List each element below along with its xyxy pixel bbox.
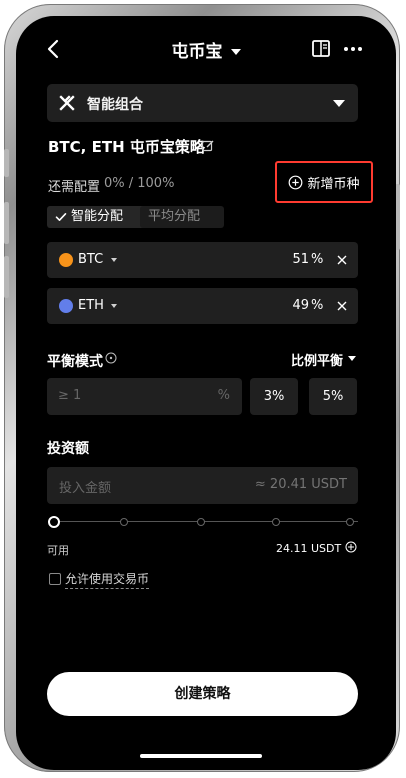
plus-circle-icon (289, 175, 303, 189)
strategy-title: BTC, ETH 屯币宝策略 (48, 138, 205, 156)
grid-icon (59, 95, 75, 111)
create-strategy-button[interactable]: 创建策略 (47, 672, 358, 716)
asset-unit: % (311, 298, 324, 313)
available-label: 可用 (47, 544, 69, 557)
caret-down-icon[interactable] (111, 258, 117, 262)
allocation-remaining-value: 0% / 100% (104, 176, 175, 191)
info-icon[interactable] (105, 352, 117, 364)
investment-amount-input[interactable]: 投入金额 ≈ 20.41 USDT (47, 467, 358, 504)
book-icon[interactable] (309, 38, 333, 60)
close-icon[interactable] (336, 300, 348, 312)
app-screen: 屯币宝 智能组合 BTC, ETH 屯币宝策略 还需配置 0% / 100% 新… (16, 16, 396, 770)
more-icon[interactable] (342, 40, 364, 58)
asset-name[interactable]: ETH (78, 298, 104, 313)
edit-icon[interactable] (201, 139, 215, 153)
investment-slider[interactable] (48, 516, 358, 528)
balance-threshold-input[interactable]: ≥ 1 % (47, 378, 242, 415)
asset-unit: % (311, 252, 324, 267)
page-title-text: 屯币宝 (171, 42, 223, 62)
portfolio-select[interactable]: 智能组合 (47, 84, 358, 122)
page-title[interactable]: 屯币宝 (16, 37, 396, 62)
slider-stop[interactable] (120, 518, 128, 526)
add-coin-button[interactable]: 新增币种 (275, 161, 373, 203)
top-bar: 屯币宝 (16, 32, 396, 68)
threshold-placeholder: ≥ 1 (58, 388, 82, 403)
preset-5-percent-button[interactable]: 5% (309, 378, 357, 415)
asset-name[interactable]: BTC (78, 252, 103, 267)
slider-stop[interactable] (197, 518, 205, 526)
caret-down-icon[interactable] (111, 304, 117, 308)
allow-trading-coin-checkbox[interactable] (49, 573, 61, 585)
side-button (4, 149, 9, 177)
add-coin-label: 新增币种 (307, 176, 360, 192)
investment-label: 投资额 (47, 441, 89, 457)
check-icon (55, 213, 67, 221)
balance-mode-select[interactable]: 比例平衡 (291, 350, 343, 369)
slider-stop[interactable] (272, 518, 280, 526)
smart-allocation-tab[interactable]: 智能分配 (47, 206, 147, 228)
caret-down-icon (230, 49, 241, 55)
even-allocation-tab[interactable]: 平均分配 (140, 206, 224, 228)
slider-handle[interactable] (48, 516, 60, 528)
caret-down-icon (333, 100, 345, 107)
eth-coin-icon (59, 299, 73, 313)
portfolio-label: 智能组合 (87, 97, 143, 113)
amount-placeholder: 投入金额 (59, 481, 112, 496)
asset-percentage[interactable]: 51 (289, 252, 309, 267)
amount-approx-value: ≈ 20.41 USDT (254, 477, 347, 492)
smart-allocation-label: 智能分配 (71, 209, 124, 224)
side-button (4, 256, 9, 298)
asset-percentage[interactable]: 49 (289, 298, 309, 313)
plus-circle-icon[interactable] (345, 541, 357, 553)
allow-trading-coin-label[interactable]: 允许使用交易币 (65, 570, 150, 589)
slider-stop[interactable] (346, 518, 354, 526)
threshold-unit: % (217, 388, 230, 403)
balance-mode-label: 平衡模式 (47, 354, 103, 370)
asset-row-eth: ETH 49 % (47, 288, 358, 324)
available-balance: 24.11 USDT (276, 542, 342, 555)
home-indicator (140, 754, 262, 758)
phone-frame: 屯币宝 智能组合 BTC, ETH 屯币宝策略 还需配置 0% / 100% 新… (4, 4, 400, 772)
asset-row-btc: BTC 51 % (47, 242, 358, 278)
close-icon[interactable] (336, 254, 348, 266)
side-button (4, 202, 9, 244)
caret-down-icon[interactable] (348, 356, 356, 361)
allocation-remaining-label: 还需配置 (48, 180, 101, 195)
btc-coin-icon (59, 253, 73, 267)
preset-3-percent-button[interactable]: 3% (250, 378, 298, 415)
